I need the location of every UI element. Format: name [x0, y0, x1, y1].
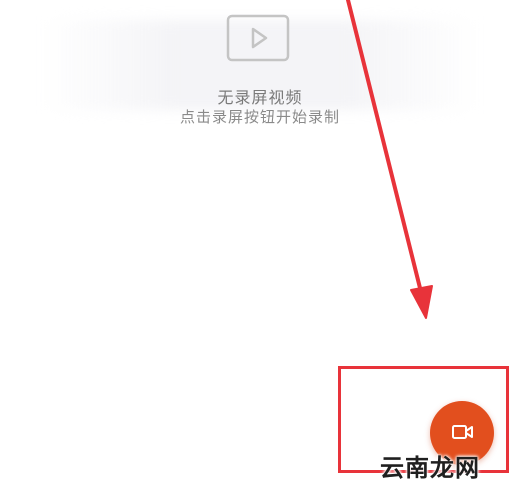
- empty-state-subtitle: 点击录屏按钮开始录制: [179, 108, 340, 126]
- empty-state-title: 无录屏视频: [217, 88, 303, 107]
- video-play-icon: [226, 14, 290, 62]
- empty-state: 无录屏视频 点击录屏按钮开始录制: [0, 0, 520, 140]
- video-camera-icon[interactable]: [452, 424, 474, 440]
- screen: 无录屏视频 点击录屏按钮开始录制 云南龙网: [0, 0, 520, 489]
- watermark-text: 云南龙网: [380, 453, 480, 482]
